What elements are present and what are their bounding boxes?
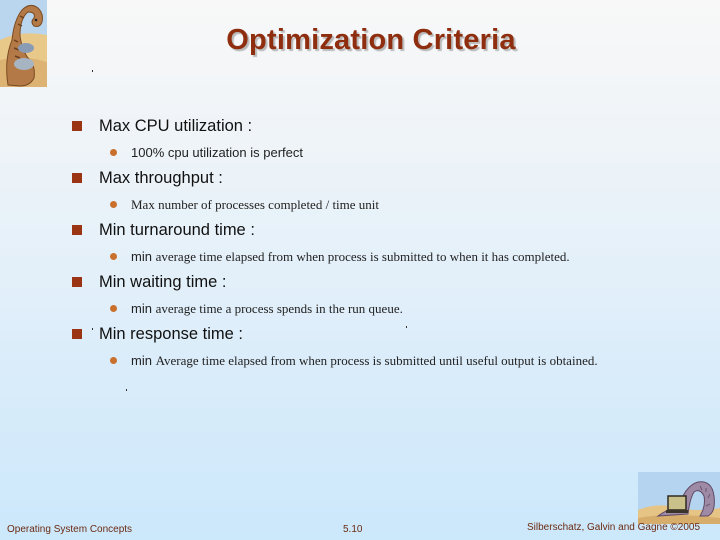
slide-title: Optimization Criteria	[226, 24, 516, 56]
criterion-prefix: min	[131, 301, 156, 316]
criterion-description: 100% cpu utilization is perfect	[131, 145, 303, 160]
list-item: Min response time : min Average time ela…	[72, 323, 692, 375]
round-bullet-icon	[110, 253, 117, 260]
speck-mark	[92, 70, 93, 72]
square-bullet-icon	[72, 225, 82, 235]
speck-mark	[126, 389, 127, 391]
footer-course-title: Operating System Concepts	[7, 524, 133, 535]
square-bullet-icon	[72, 277, 82, 287]
square-bullet-icon	[72, 329, 82, 339]
list-item: Min turnaround time : min average time e…	[72, 219, 692, 271]
square-bullet-icon	[72, 173, 82, 183]
criterion-label: Min waiting time :	[99, 273, 227, 291]
round-bullet-icon	[110, 149, 117, 156]
round-bullet-icon	[110, 305, 117, 312]
list-item: Max CPU utilization : 100% cpu utilizati…	[72, 115, 692, 167]
round-bullet-icon	[110, 201, 117, 208]
criterion-label: Min response time :	[99, 325, 243, 343]
criterion-description: average time elapsed from when process i…	[155, 249, 570, 264]
list-item: Min waiting time : min average time a pr…	[72, 271, 692, 323]
criterion-prefix: min	[131, 249, 156, 264]
footer-copyright: Silberschatz, Galvin and Gagne ©2005	[527, 522, 701, 533]
list-item: Max throughput : Max number of processes…	[72, 167, 692, 219]
criterion-description: average time a process spends in the run…	[155, 301, 403, 316]
criterion-prefix: min	[131, 353, 156, 368]
dinosaur-laptop-logo-icon	[638, 472, 720, 524]
square-bullet-icon	[72, 121, 82, 131]
slide-number: 5.10	[343, 524, 363, 535]
criterion-label: Max throughput :	[99, 169, 223, 187]
criterion-label: Max CPU utilization :	[99, 117, 253, 135]
criterion-description: Max number of processes completed / time…	[131, 197, 380, 212]
criterion-label: Min turnaround time :	[99, 221, 255, 239]
bullet-list: Max CPU utilization : 100% cpu utilizati…	[72, 115, 692, 375]
round-bullet-icon	[110, 357, 117, 364]
criterion-description: Average time elapsed from when process i…	[155, 353, 598, 368]
